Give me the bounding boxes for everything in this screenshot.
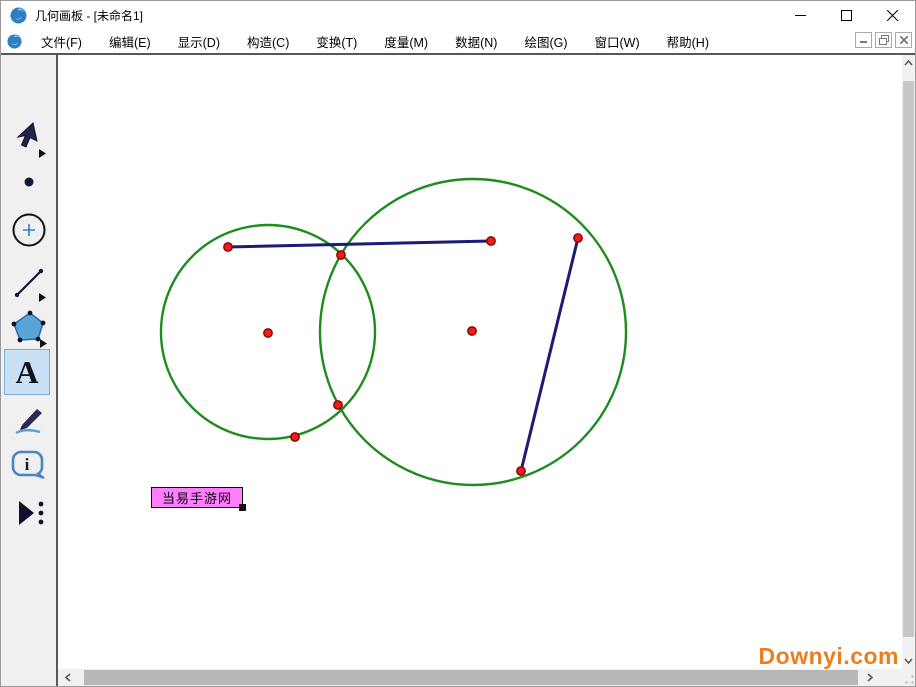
construction-point[interactable] xyxy=(224,243,232,251)
caption-label[interactable]: 当易手游网 xyxy=(151,487,243,508)
chevron-right-icon xyxy=(867,673,873,682)
close-button[interactable] xyxy=(869,1,915,29)
menu-measure[interactable]: 度量(M) xyxy=(375,28,437,55)
menu-window[interactable]: 窗口(W) xyxy=(586,28,649,55)
info-tool[interactable]: i xyxy=(1,447,56,485)
construction-point[interactable] xyxy=(334,401,342,409)
point-tool-icon xyxy=(23,176,35,188)
flyout-arrow-icon[interactable] xyxy=(39,339,47,348)
selection-arrow-tool[interactable] xyxy=(1,117,56,163)
segment-tool[interactable] xyxy=(1,261,56,305)
custom-tool[interactable] xyxy=(1,495,56,531)
resize-grip[interactable] xyxy=(902,669,915,686)
geometry-layer xyxy=(60,55,902,669)
drawing-canvas[interactable]: 当易手游网 Downyi.com xyxy=(60,55,902,669)
mdi-close-button[interactable] xyxy=(895,32,912,48)
info-tool-icon: i xyxy=(9,449,49,483)
menu-display[interactable]: 显示(D) xyxy=(169,28,229,55)
marker-tool-icon xyxy=(10,403,48,437)
custom-tool-icon xyxy=(12,498,46,528)
menu-graph[interactable]: 绘图(G) xyxy=(515,28,576,55)
construction-point[interactable] xyxy=(337,251,345,259)
menubar: 文件(F) 编辑(E) 显示(D) 构造(C) 变换(T) 度量(M) 数据(N… xyxy=(1,29,915,55)
tool-palette: A i xyxy=(1,55,58,686)
vertical-scrollbar[interactable] xyxy=(902,55,915,669)
grip-dots-icon xyxy=(905,675,914,684)
construction-point[interactable] xyxy=(468,327,476,335)
menu-file[interactable]: 文件(F) xyxy=(32,28,91,55)
chevron-up-icon xyxy=(904,60,913,66)
scroll-up-button[interactable] xyxy=(902,55,915,71)
compass-circle-icon xyxy=(10,211,48,249)
app-logo-icon xyxy=(10,7,27,24)
horizontal-scroll-thumb[interactable] xyxy=(84,670,858,685)
selection-handle[interactable] xyxy=(239,504,246,511)
menu-transform[interactable]: 变换(T) xyxy=(307,28,366,55)
maximize-button[interactable] xyxy=(823,1,869,29)
watermark-text: Downyi.com xyxy=(759,643,899,669)
point-tool[interactable] xyxy=(1,171,56,193)
document-logo-icon xyxy=(7,34,22,49)
construction-point[interactable] xyxy=(574,234,582,242)
construction-point[interactable] xyxy=(264,329,272,337)
window-title: 几何画板 - [未命名1] xyxy=(35,7,143,24)
menu-help[interactable]: 帮助(H) xyxy=(658,28,718,55)
text-tool[interactable]: A xyxy=(4,349,50,395)
caption-text: 当易手游网 xyxy=(162,488,232,507)
titlebar: 几何画板 - [未命名1] xyxy=(1,1,915,29)
construction-segment[interactable] xyxy=(521,238,578,471)
minimize-button[interactable] xyxy=(777,1,823,29)
menu-items: 文件(F) 编辑(E) 显示(D) 构造(C) 变换(T) 度量(M) 数据(N… xyxy=(32,28,727,55)
horizontal-scrollbar[interactable] xyxy=(58,669,902,686)
construction-segment[interactable] xyxy=(228,241,491,247)
construction-point[interactable] xyxy=(291,433,299,441)
scroll-right-button[interactable] xyxy=(860,669,880,686)
chevron-left-icon xyxy=(65,673,71,682)
sketchpad-window: 几何画板 - [未命名1] 文件(F) 编辑(E) 显示(D) 构造(C) 变换… xyxy=(0,0,916,687)
circle-tool[interactable] xyxy=(1,210,56,250)
mdi-restore-button[interactable] xyxy=(875,32,892,48)
svg-text:i: i xyxy=(24,455,29,474)
mdi-minimize-button[interactable] xyxy=(855,32,872,48)
construction-point[interactable] xyxy=(517,467,525,475)
menu-data[interactable]: 数据(N) xyxy=(446,28,506,55)
flyout-arrow-icon[interactable] xyxy=(38,149,46,158)
scroll-down-button[interactable] xyxy=(902,653,915,669)
polygon-tool[interactable] xyxy=(1,305,56,351)
flyout-arrow-icon[interactable] xyxy=(38,293,46,302)
menu-edit[interactable]: 编辑(E) xyxy=(100,28,160,55)
construction-point[interactable] xyxy=(487,237,495,245)
vertical-scroll-thumb[interactable] xyxy=(903,81,914,637)
marker-tool[interactable] xyxy=(1,401,56,439)
chevron-down-icon xyxy=(904,658,913,664)
scroll-left-button[interactable] xyxy=(58,669,78,686)
text-tool-icon: A xyxy=(15,356,38,388)
menu-construct[interactable]: 构造(C) xyxy=(238,28,298,55)
